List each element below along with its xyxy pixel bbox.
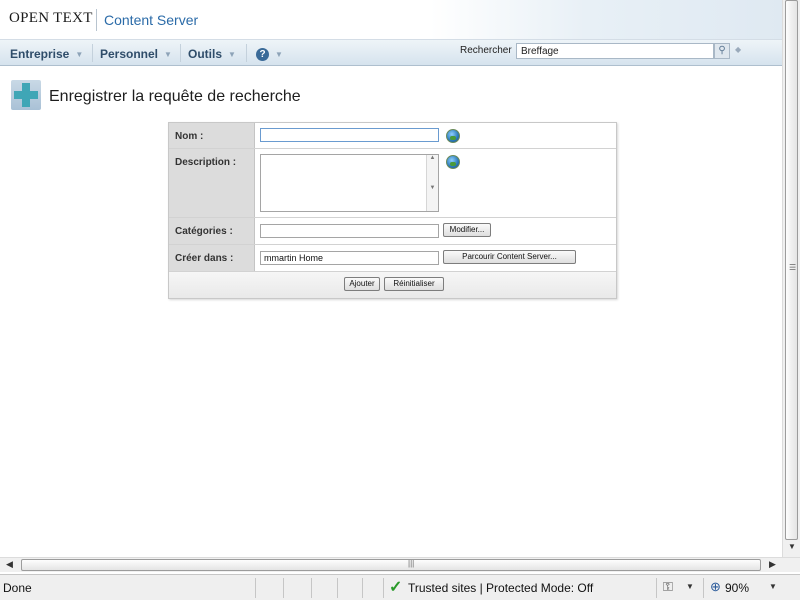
- create-in-row: Créer dans : Parcourir Content Server...: [169, 245, 616, 272]
- chevron-down-icon[interactable]: ▼: [769, 582, 777, 591]
- vertical-scrollbar[interactable]: ☰ ▼: [782, 0, 800, 557]
- description-label: Description :: [169, 149, 255, 217]
- status-divider: [383, 578, 384, 598]
- chevron-down-icon: ▼: [164, 49, 172, 59]
- modify-button[interactable]: Modifier...: [443, 223, 491, 237]
- create-in-field[interactable]: [260, 251, 439, 265]
- menu-label: Entreprise: [10, 47, 70, 61]
- globe-icon[interactable]: [446, 129, 460, 143]
- name-label: Nom :: [169, 123, 255, 148]
- description-scrollbar[interactable]: ▲ ▼: [426, 155, 438, 211]
- product-name: Content Server: [104, 12, 199, 28]
- categories-label: Catégories :: [169, 218, 255, 244]
- status-text: Done: [3, 581, 32, 595]
- status-divider: [283, 578, 284, 598]
- save-search-form: Nom : Description : ▲ ▼ Catégories : Modi…: [168, 122, 617, 299]
- zoom-icon[interactable]: ⊕: [710, 579, 721, 595]
- chevron-down-icon: ▼: [228, 49, 236, 59]
- grip-icon: |||: [408, 559, 415, 568]
- menu-help[interactable]: ? ▼: [256, 46, 283, 62]
- description-field[interactable]: ▲ ▼: [260, 154, 439, 212]
- description-row: Description : ▲ ▼: [169, 149, 616, 218]
- main-content: Enregistrer la requête de recherche Nom …: [0, 67, 782, 557]
- search-label: Rechercher: [460, 45, 512, 56]
- menu-entreprise[interactable]: Entreprise ▼: [10, 46, 83, 62]
- status-bar: Done ✓ Trusted sites | Protected Mode: O…: [0, 574, 800, 600]
- grip-icon: ☰: [789, 263, 797, 272]
- status-divider: [311, 578, 312, 598]
- name-field[interactable]: [260, 128, 439, 142]
- scroll-left-icon[interactable]: ◀: [6, 559, 13, 570]
- logo-divider: [96, 9, 97, 31]
- app-header: OPEN TEXT Content Server: [0, 0, 782, 40]
- nav-divider: [246, 44, 247, 62]
- status-divider: [362, 578, 363, 598]
- create-in-label: Créer dans :: [169, 245, 255, 271]
- security-icon[interactable]: ⚿: [663, 579, 673, 595]
- categories-row: Catégories : Modifier...: [169, 218, 616, 245]
- horizontal-scrollbar[interactable]: ◀ ||| ▶: [0, 557, 800, 572]
- status-divider: [703, 578, 704, 598]
- name-row: Nom :: [169, 123, 616, 149]
- zoom-level[interactable]: 90%: [725, 581, 749, 595]
- horizontal-scroll-thumb[interactable]: |||: [21, 559, 761, 571]
- menu-outils[interactable]: Outils ▼: [188, 46, 236, 62]
- page-title: Enregistrer la requête de recherche: [49, 88, 301, 105]
- plus-icon: [11, 80, 41, 110]
- menu-personnel[interactable]: Personnel ▼: [100, 46, 172, 62]
- reset-button[interactable]: Réinitialiser: [384, 277, 444, 291]
- nav-divider: [180, 44, 181, 62]
- status-divider: [656, 578, 657, 598]
- categories-field[interactable]: [260, 224, 439, 238]
- search-button[interactable]: ⚲: [714, 43, 730, 59]
- globe-icon[interactable]: [446, 155, 460, 169]
- scroll-down-icon[interactable]: ▼: [788, 542, 796, 551]
- vertical-scroll-thumb[interactable]: ☰: [785, 0, 798, 540]
- chevron-down-icon: ▼: [75, 49, 84, 59]
- status-divider: [255, 578, 256, 598]
- checkmark-icon: ✓: [389, 579, 403, 596]
- form-actions: Ajouter Réinitialiser: [169, 272, 616, 298]
- opentext-logo: OPEN TEXT: [9, 10, 93, 26]
- scroll-right-icon[interactable]: ▶: [769, 559, 776, 570]
- nav-divider: [92, 44, 93, 62]
- chevron-down-icon: ▼: [275, 49, 283, 59]
- help-icon: ?: [256, 47, 269, 61]
- status-divider: [337, 578, 338, 598]
- chevron-down-icon[interactable]: ▼: [686, 582, 694, 591]
- menu-label: Personnel: [100, 47, 159, 61]
- menu-label: Outils: [188, 47, 223, 61]
- add-button[interactable]: Ajouter: [344, 277, 380, 291]
- browse-button[interactable]: Parcourir Content Server...: [443, 250, 576, 264]
- search-options-icon[interactable]: ◆: [735, 45, 741, 54]
- security-zone[interactable]: Trusted sites | Protected Mode: Off: [408, 581, 593, 595]
- search-input[interactable]: [516, 43, 714, 59]
- magnifier-icon: ⚲: [718, 45, 726, 56]
